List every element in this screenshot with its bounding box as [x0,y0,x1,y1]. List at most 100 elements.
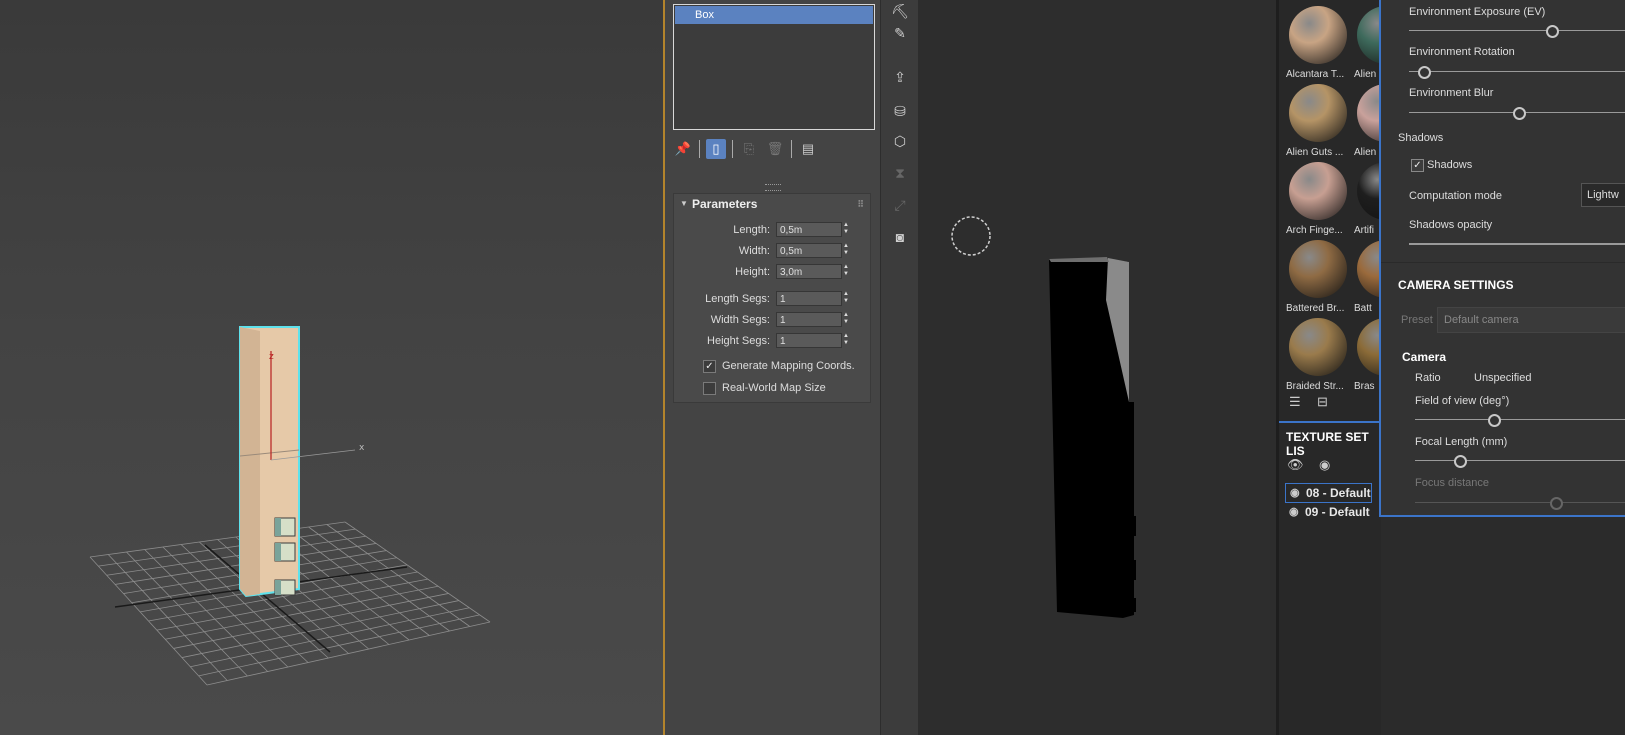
modifier-stack-list[interactable]: Box [673,4,875,130]
env-exposure-slider[interactable] [1409,30,1625,31]
shelf-folder-icon[interactable]: ⊟ [1317,394,1328,410]
focal-length-slider[interactable] [1415,460,1625,461]
real-world-map-size-label: Real-World Map Size [722,382,826,394]
env-rotation-slider[interactable] [1409,71,1625,72]
show-end-result-icon[interactable]: ▯ [706,139,726,159]
box-object [239,326,356,598]
focus-distance-slider[interactable] [1415,502,1625,503]
fov-slider-knob[interactable] [1488,414,1502,427]
color-picker-icon[interactable]: ✎ [889,22,911,44]
material-thumbnail[interactable] [1289,240,1347,298]
texture-set-label: 08 - Default [1306,486,1371,500]
ratio-value[interactable]: Unspecified [1474,372,1531,384]
focal-length-label: Focal Length (mm) [1415,436,1508,448]
length-segs-label: Length Segs: [705,293,770,305]
height-label: Height: [735,266,770,278]
focal-length-slider-knob[interactable] [1453,455,1467,468]
height-spinner[interactable]: ▲ ▼ [842,264,850,279]
fov-label: Field of view (deg°) [1415,395,1510,407]
material-label: Batt [1354,303,1372,314]
env-blur-label: Environment Blur [1409,87,1494,99]
generate-mapping-coords-checkbox[interactable]: ✓ [703,360,716,373]
geometry-mask-icon[interactable]: ⬡ [889,130,911,152]
height-field[interactable]: 3,0m [776,264,842,279]
configure-modifier-sets-icon[interactable]: ▤ [798,139,818,159]
drag-handle-icon[interactable]: ⠿ [857,194,864,214]
length-segs-field[interactable]: 1 [776,291,842,306]
toolbar-separator [732,140,733,158]
camera-preset-select[interactable]: Default camera [1437,307,1625,333]
export-icon[interactable]: ⇪ [889,66,911,88]
transform-icon[interactable]: ⤢ [889,194,911,216]
height-row: Height: 3,0m ▲ ▼ [674,264,870,280]
remove-modifier-icon[interactable]: 🗑 [765,139,785,159]
texture-set-label: 09 - Default [1305,505,1370,519]
visibility-toggle-all-icon[interactable]: 👁 [1287,457,1304,473]
focus-distance-slider-knob[interactable] [1550,497,1564,510]
substance-viewport[interactable] [918,0,1276,735]
max-viewport[interactable]: z x [0,0,663,735]
bake-icon[interactable]: ⛁ [889,100,911,122]
length-spinner[interactable]: ▲ ▼ [842,222,850,237]
length-segs-spinner[interactable]: ▲ ▼ [842,291,850,306]
modifier-stack-item-box[interactable]: Box [675,6,873,24]
shadows-checkbox[interactable]: ✓ [1411,159,1424,172]
parameters-rollout: ▼ Parameters ⠿ Length: 0,5m ▲ ▼ Width: 0,… [673,193,871,403]
eye-icon[interactable]: ◉ [1289,503,1299,521]
texture-set-item[interactable]: ◉ 08 - Default [1285,483,1372,503]
command-panel: Box 📌 ▯ ⎘ 🗑 ▤ ▼ Parameters ⠿ Length: 0,5… [665,0,880,735]
make-unique-icon[interactable]: ⎘ [739,139,759,159]
width-segs-label: Width Segs: [710,314,770,326]
computation-mode-select[interactable]: Lightw [1581,183,1625,207]
shadows-opacity-slider[interactable] [1409,243,1625,245]
substance-toolbar: ⛏ ✎ ⇪ ⛁ ⬡ ⧗ ⤢ ◙ [880,0,920,735]
env-rotation-slider-knob[interactable] [1418,66,1432,79]
hourglass-icon[interactable]: ⧗ [889,162,911,184]
fov-slider[interactable] [1415,419,1625,420]
pin-stack-icon[interactable]: 📌 [673,139,693,159]
shadows-checkbox-label: Shadows [1427,159,1473,171]
height-segs-row: Height Segs: 1 ▲ ▼ [674,333,870,349]
width-label: Width: [738,245,770,257]
stamp-tool-icon[interactable]: ⛏ [889,0,911,22]
width-field[interactable]: 0,5m [776,243,842,258]
viewport-scene: z x [89,326,491,686]
width-segs-field[interactable]: 1 [776,312,842,327]
material-label: Alien [1354,69,1377,80]
height-segs-spinner[interactable]: ▲ ▼ [842,333,850,348]
material-label: Alcantara T... [1286,69,1345,80]
screenshot-icon[interactable]: ◙ [889,226,911,248]
preset-label: Preset [1401,314,1433,326]
material-label: Braided Str... [1286,381,1344,392]
material-thumbnail[interactable] [1289,162,1347,220]
width-segs-spinner[interactable]: ▲ ▼ [842,312,850,327]
material-thumbnail[interactable] [1289,84,1347,142]
length-segs-row: Length Segs: 1 ▲ ▼ [674,291,870,307]
panel-tab-indicator [1279,421,1381,423]
width-segs-row: Width Segs: 1 ▲ ▼ [674,312,870,328]
texture-set-list-title: TEXTURE SET LIS [1286,430,1369,458]
panel-resize-grip[interactable] [765,184,781,191]
env-blur-slider-knob[interactable] [1513,107,1526,120]
real-world-map-size-checkbox[interactable] [703,382,716,395]
length-label: Length: [733,224,770,236]
brush-cursor-icon [951,216,991,256]
env-exposure-slider-knob[interactable] [1546,25,1559,38]
collapse-triangle-icon: ▼ [680,199,688,208]
eye-icon[interactable]: ◉ [1290,484,1300,502]
texture-set-item[interactable]: ◉ 09 - Default [1285,503,1370,521]
parameters-rollout-header[interactable]: ▼ Parameters ⠿ [674,194,870,214]
material-label: Alien Guts ... [1286,147,1344,158]
section-divider [1381,262,1625,263]
length-row: Length: 0,5m ▲ ▼ [674,222,870,238]
modifier-stack-toolbar: 📌 ▯ ⎘ 🗑 ▤ [673,139,818,159]
ratio-label: Ratio [1415,372,1441,384]
shelf-filter-icon[interactable]: ☰ [1289,394,1301,410]
visibility-eye-icon[interactable]: ◉ [1319,457,1330,473]
material-thumbnail[interactable] [1289,318,1347,376]
env-rotation-label: Environment Rotation [1409,46,1515,58]
material-thumbnail[interactable] [1289,6,1347,64]
height-segs-field[interactable]: 1 [776,333,842,348]
width-spinner[interactable]: ▲ ▼ [842,243,850,258]
length-field[interactable]: 0,5m [776,222,842,237]
